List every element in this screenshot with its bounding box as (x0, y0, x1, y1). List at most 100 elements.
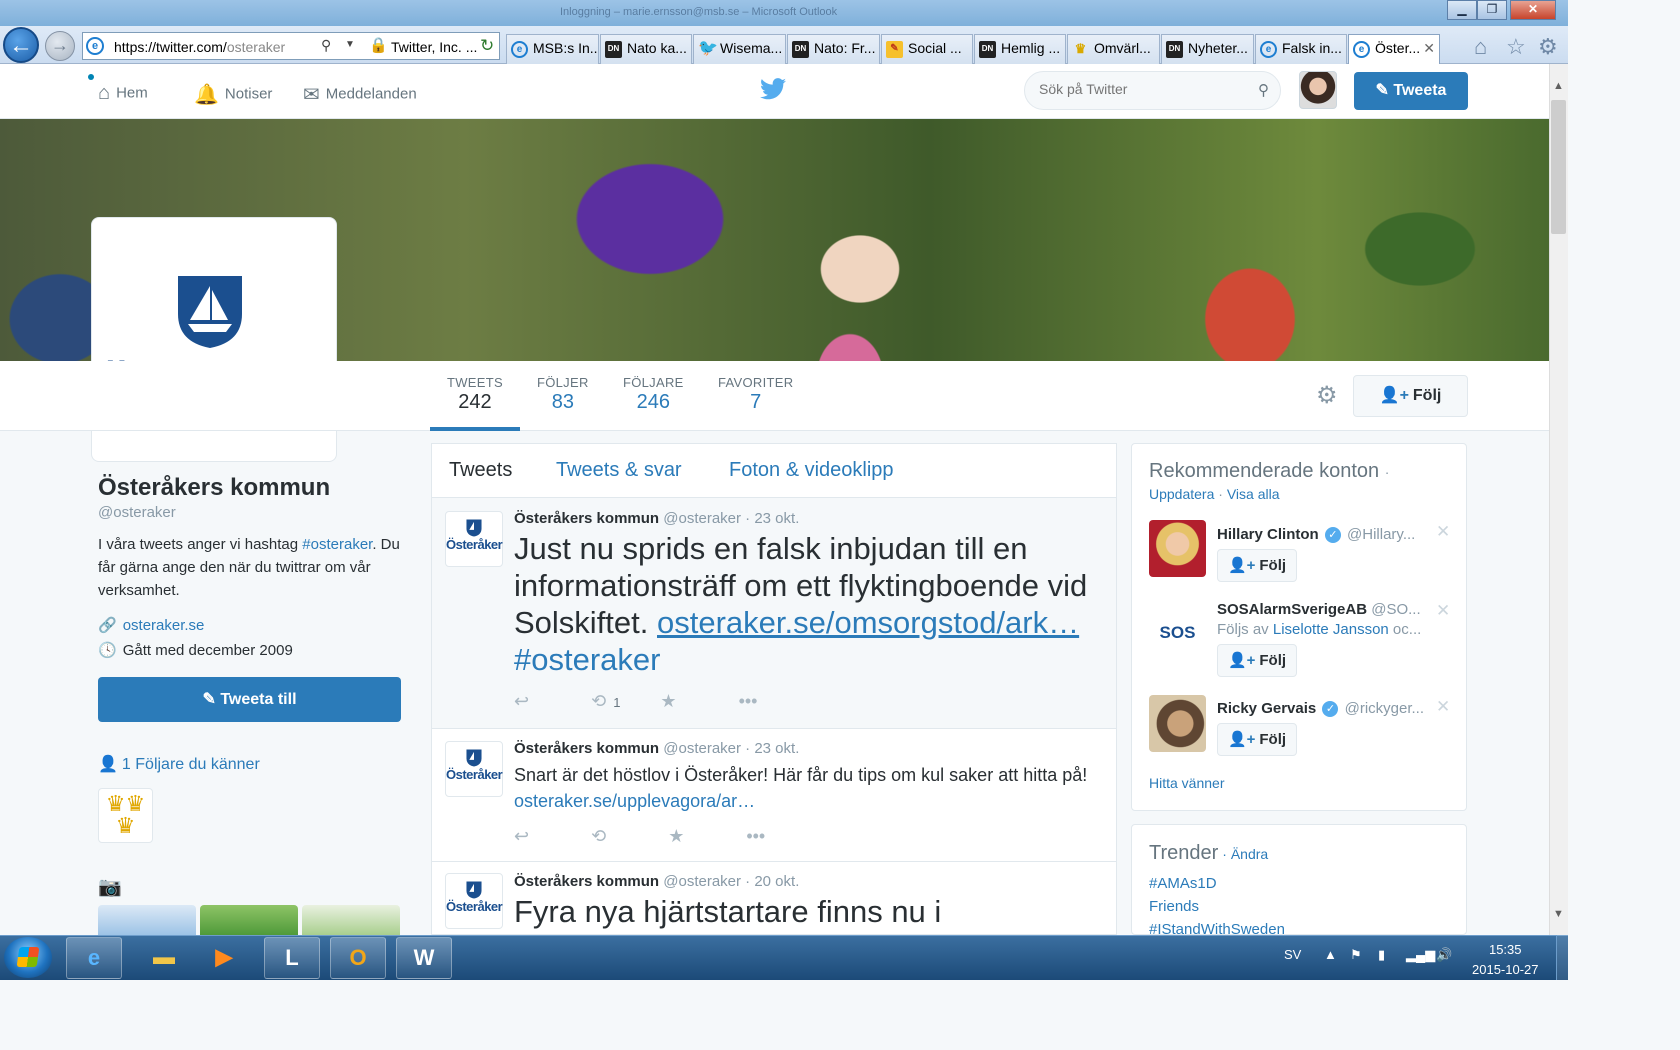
tweet-meta[interactable]: @osteraker · 23 okt. (663, 740, 799, 757)
maximize-button[interactable]: ❐ (1477, 0, 1507, 20)
twitter-bird-logo[interactable] (760, 78, 786, 100)
tweet-author-name[interactable]: Österåkers kommun (514, 873, 659, 890)
dismiss-suggestion-icon[interactable]: ✕ (1436, 522, 1450, 542)
browser-tab[interactable]: DN Hemlig ... (974, 34, 1066, 64)
url-text[interactable]: https://twitter.com/osteraker (114, 39, 285, 55)
favorite-star-icon[interactable]: ★ (660, 691, 676, 712)
trend-item[interactable]: #AMAs1D (1149, 875, 1217, 892)
retweet-icon[interactable]: ⟲ (591, 691, 606, 712)
action-center-flag-icon[interactable]: ⚑ (1350, 947, 1362, 963)
taskbar-ie-icon[interactable]: e (66, 937, 122, 979)
taskbar-explorer-icon[interactable]: ▬ (136, 937, 192, 979)
taskbar-word-icon[interactable]: W (396, 937, 452, 979)
find-friends-link[interactable]: Hitta vänner (1149, 775, 1224, 791)
suggestion-avatar[interactable]: SOS (1149, 603, 1206, 660)
browser-tab[interactable]: ♛ Omvärl... (1067, 34, 1160, 64)
tab-tweets-and-replies[interactable]: Tweets & svar (556, 459, 682, 482)
scrollbar-thumb[interactable] (1551, 100, 1566, 234)
taskbar-outlook-icon[interactable]: O (330, 937, 386, 979)
profile-handle[interactable]: @osteraker (98, 504, 176, 521)
refresh-icon[interactable]: ↻ (480, 36, 494, 56)
home-icon[interactable]: ⌂ (1474, 34, 1487, 60)
search-icon[interactable]: ⚲ (321, 37, 331, 54)
search-icon[interactable]: ⚲ (1258, 81, 1269, 99)
tweet-meta[interactable]: @osteraker · 23 okt. (663, 510, 799, 527)
suggestion-follow-button[interactable]: 👤+ Följ (1217, 723, 1297, 756)
suggestion-avatar[interactable] (1149, 520, 1206, 577)
suggestion-follow-button[interactable]: 👤+ Följ (1217, 644, 1297, 677)
twitter-search[interactable]: ⚲ (1024, 71, 1281, 110)
tweet-link[interactable]: osteraker.se/upplevagora/ar… (514, 791, 755, 811)
browser-tab-active[interactable]: e Öster... ✕ (1348, 34, 1440, 64)
followed-by-link[interactable]: Liselotte Jansson (1273, 621, 1389, 638)
tweet-author-avatar[interactable]: Österåker (445, 873, 503, 929)
stat-tweets[interactable]: TWEETS 242 (447, 375, 503, 414)
network-signal-icon[interactable]: ▂▄▆ (1406, 947, 1435, 963)
dismiss-suggestion-icon[interactable]: ✕ (1436, 697, 1450, 717)
browser-tab[interactable]: DN Nyheter... (1161, 34, 1254, 64)
minimize-button[interactable]: ▁ (1447, 0, 1477, 20)
tweet-hashtag[interactable]: #osteraker (514, 642, 660, 677)
tweet-button[interactable]: ✎ Tweeta (1354, 72, 1468, 110)
address-bar[interactable]: e https://twitter.com/osteraker ⚲ ▼ 🔒 Tw… (82, 32, 500, 60)
tweet-to-button[interactable]: ✎ Tweeta till (98, 677, 401, 722)
language-indicator[interactable]: SV (1284, 947, 1301, 962)
taskbar-clock[interactable]: 15:35 2015-10-27 (1472, 940, 1539, 980)
nav-notifications[interactable]: 🔔 Notiser (194, 82, 272, 107)
profile-url-link[interactable]: osteraker.se (123, 617, 205, 634)
browser-tab[interactable]: ✎ Social ... (881, 34, 973, 64)
follow-button[interactable]: 👤+ Följ (1353, 375, 1468, 417)
lock-icon[interactable]: 🔒 (369, 36, 388, 54)
photo-thumbnail[interactable] (200, 905, 298, 935)
suggestion-follow-button[interactable]: 👤+ Följ (1217, 549, 1297, 582)
stat-favorites[interactable]: FAVORITER 7 (718, 375, 793, 414)
favorites-star-icon[interactable]: ☆ (1506, 34, 1526, 60)
back-button[interactable]: ← (3, 27, 39, 63)
scroll-up-arrow-icon[interactable]: ▲ (1553, 80, 1564, 92)
tweet[interactable]: Österåker Österåkers kommun @osteraker ·… (432, 498, 1116, 729)
tweet-author-name[interactable]: Österåkers kommun (514, 740, 659, 757)
tweet-meta[interactable]: @osteraker · 20 okt. (663, 873, 799, 890)
tweet-author-avatar[interactable]: Österåker (445, 741, 503, 797)
reply-icon[interactable]: ↩ (514, 826, 529, 847)
followers-you-know-link[interactable]: 👤 1 Följare du känner (98, 754, 260, 774)
close-window-button[interactable]: ✕ (1510, 0, 1556, 20)
my-avatar[interactable] (1299, 71, 1337, 109)
suggestion-name[interactable]: Ricky Gervais ✓ @rickyger... (1217, 700, 1424, 718)
suggestion-name[interactable]: SOSAlarmSverigeAB @SO... (1217, 601, 1421, 618)
tweet-author-avatar[interactable]: Österåker (445, 511, 503, 567)
browser-tab[interactable]: DN Nato: Fr... (787, 34, 880, 64)
favorite-star-icon[interactable]: ★ (668, 826, 684, 847)
tab-tweets[interactable]: Tweets (449, 459, 512, 482)
suggestion-avatar[interactable] (1149, 695, 1206, 752)
photo-thumbnail[interactable] (302, 905, 400, 935)
show-hidden-icons-arrow-icon[interactable]: ▲ (1324, 947, 1337, 962)
battery-icon[interactable]: ▮ (1378, 947, 1385, 963)
tweet[interactable]: Österåker Österåkers kommun @osteraker ·… (432, 729, 1116, 862)
reply-icon[interactable]: ↩ (514, 691, 529, 712)
tweet[interactable]: Österåker Österåkers kommun @osteraker ·… (432, 862, 1116, 934)
taskbar-mediaplayer-icon[interactable]: ▶ (196, 937, 252, 979)
retweet-icon[interactable]: ⟲ (591, 826, 606, 847)
photo-thumbnail[interactable] (98, 905, 196, 935)
suggestion-name[interactable]: Hillary Clinton ✓ @Hillary... (1217, 526, 1415, 544)
gear-icon[interactable]: ⚙ (1316, 381, 1338, 410)
volume-icon[interactable]: 🔊 (1436, 947, 1452, 963)
dropdown-arrow-icon[interactable]: ▼ (345, 39, 355, 50)
known-follower-avatar[interactable]: ♛♛ ♛ (98, 788, 153, 843)
change-trends-link[interactable]: · Ändra (1222, 846, 1268, 862)
tools-gear-icon[interactable]: ⚙ (1538, 34, 1558, 60)
view-all-link[interactable]: Visa alla (1227, 486, 1280, 502)
trend-item[interactable]: #IStandWithSweden (1149, 921, 1285, 934)
close-tab-icon[interactable]: ✕ (1423, 40, 1435, 57)
browser-tab[interactable]: DN Nato ka... (600, 34, 692, 64)
browser-tab[interactable]: 🐦 Wisema... (693, 34, 786, 64)
tab-photos-videos[interactable]: Foton & videoklipp (729, 459, 894, 482)
tweet-author-name[interactable]: Österåkers kommun (514, 510, 659, 527)
browser-tab[interactable]: e Falsk in... (1255, 34, 1347, 64)
more-icon[interactable]: ••• (739, 691, 758, 712)
stat-following[interactable]: FÖLJER 83 (537, 375, 589, 414)
stat-followers[interactable]: FÖLJARE 246 (623, 375, 684, 414)
scroll-down-arrow-icon[interactable]: ▼ (1553, 908, 1564, 920)
camera-icon[interactable]: 📷 (98, 875, 122, 899)
